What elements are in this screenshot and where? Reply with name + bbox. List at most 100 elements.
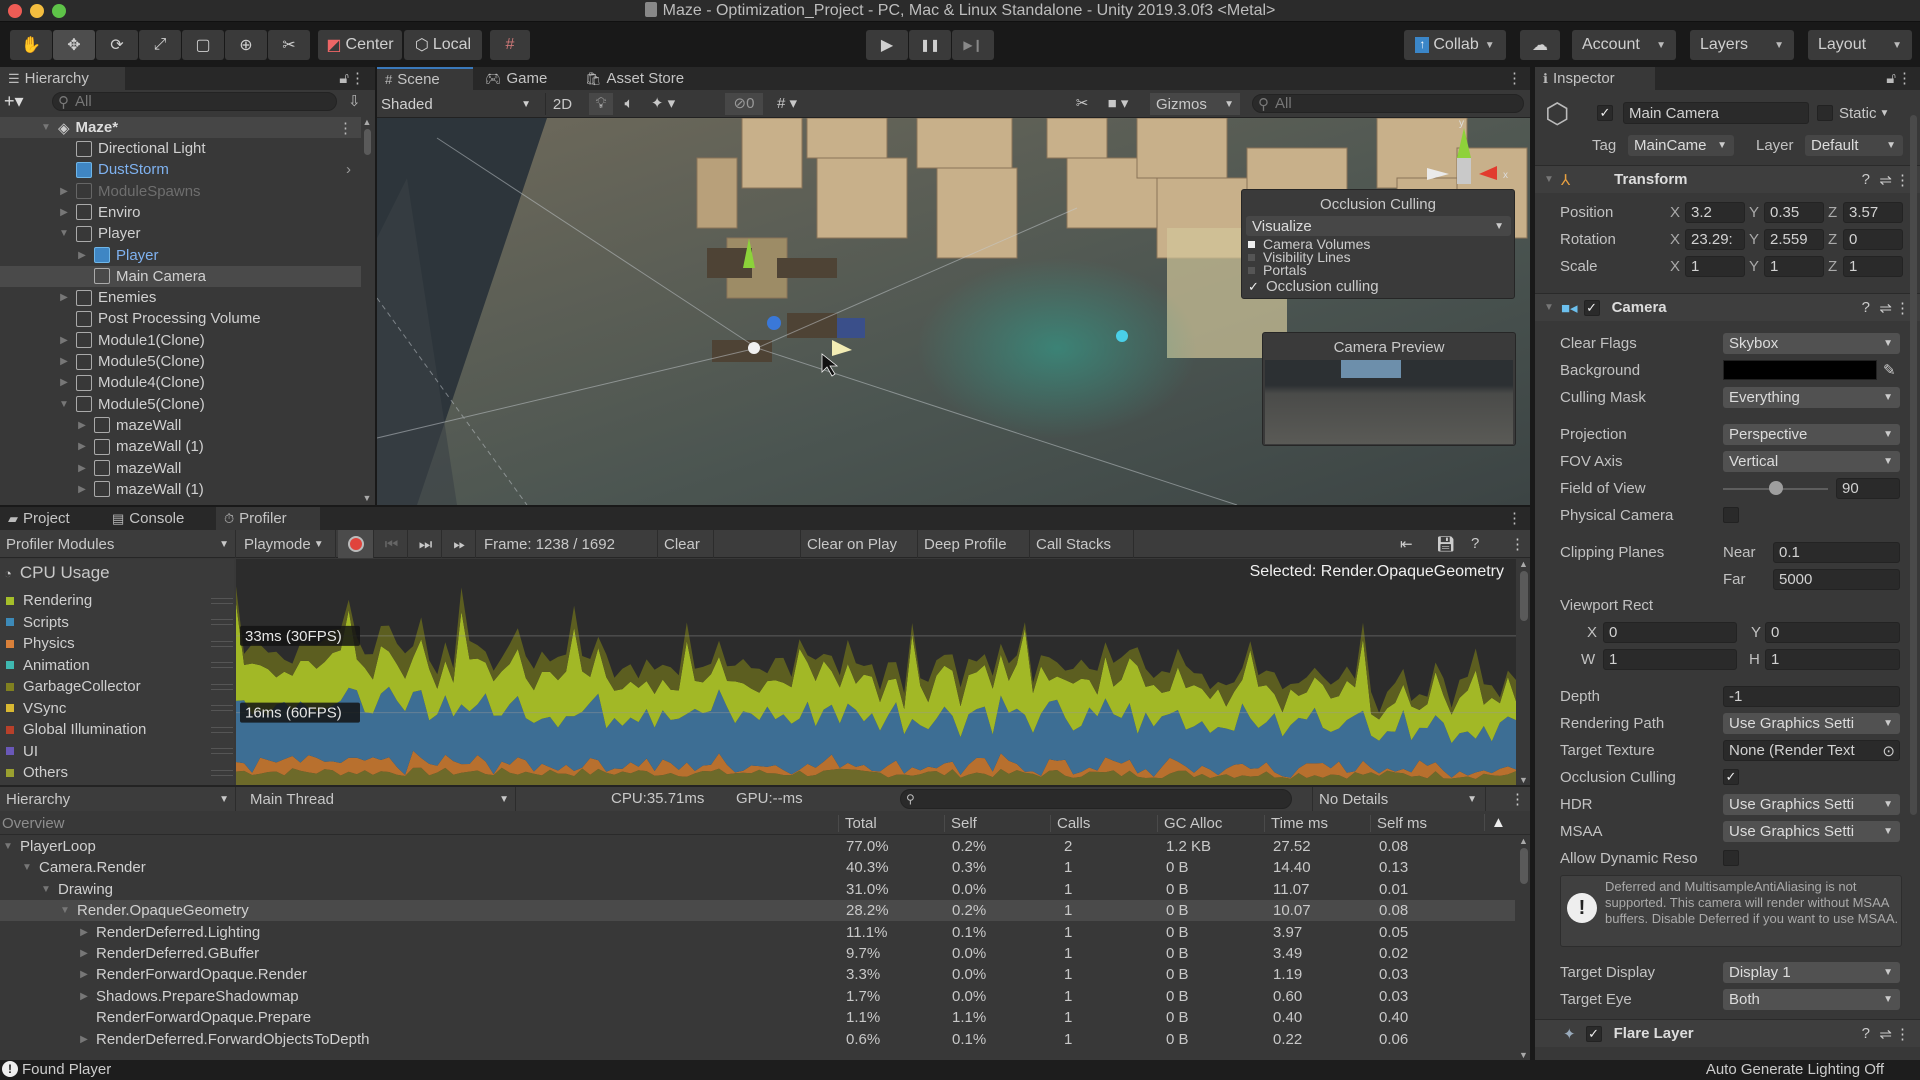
layers-dropdown[interactable]: Layers ▼	[1690, 30, 1794, 60]
scale-z-label[interactable]: Z	[1828, 258, 1837, 275]
scene-search-input[interactable]: ⚲ All	[1252, 94, 1524, 113]
legend-item[interactable]: Rendering	[6, 590, 233, 611]
hdr-dropdown[interactable]: Use Graphics Setti ▼	[1723, 794, 1900, 815]
hierarchy-item[interactable]: ▶ mazeWall (1)	[0, 479, 361, 500]
lock-icon[interactable]: 🔓︎	[1886, 70, 1896, 87]
flare-layer-checkbox[interactable]: ✓	[1585, 1025, 1602, 1042]
viewport-w-field[interactable]: 1	[1603, 649, 1737, 670]
component-menu-icon[interactable]: ⋮	[1895, 1025, 1910, 1043]
scroll-down-icon[interactable]: ▼	[1517, 775, 1530, 785]
static-checkbox[interactable]	[1817, 105, 1833, 121]
create-plus-icon[interactable]: +▾	[4, 91, 24, 112]
profiler-modules-dropdown[interactable]: Profiler Modules ▼	[0, 530, 236, 558]
far-field[interactable]: 5000	[1773, 569, 1900, 590]
rect-tool-button[interactable]: ▢	[182, 30, 224, 60]
layer-dropdown[interactable]: Default ▼	[1805, 135, 1903, 156]
rendering-path-dropdown[interactable]: Use Graphics Setti ▼	[1723, 713, 1900, 734]
hand-tool-button[interactable]: ✋	[10, 30, 52, 60]
warning-column-icon[interactable]: ▲	[1484, 814, 1506, 831]
expand-arrow-icon[interactable]: ▼	[58, 399, 70, 410]
rotation-x-label[interactable]: X	[1670, 231, 1680, 248]
scrollbar-thumb[interactable]	[363, 129, 371, 155]
column-self[interactable]: Self	[944, 815, 977, 832]
expand-arrow-icon[interactable]: ▼	[58, 228, 70, 239]
chart-scrollbar[interactable]: ▲ ▼	[1517, 559, 1530, 785]
near-field[interactable]: 0.1	[1773, 542, 1900, 563]
target-eye-dropdown[interactable]: Both ▼	[1723, 989, 1900, 1010]
legend-item[interactable]: Animation	[6, 655, 233, 676]
hierarchy-item[interactable]: ▶ mazeWall	[0, 415, 361, 436]
profiler-row[interactable]: ▼ Camera.Render 40.3% 0.3% 1 0 B 14.40 0.13	[0, 857, 1515, 878]
collapse-arrow-icon[interactable]: ▶	[78, 1034, 90, 1045]
scroll-up-icon[interactable]: ▲	[361, 117, 373, 127]
hierarchy-item[interactable]: ▶ Module5(Clone)	[0, 351, 361, 372]
scrollbar-thumb[interactable]	[1519, 571, 1528, 621]
help-icon[interactable]: ?	[1862, 1025, 1870, 1042]
scale-tool-button[interactable]: ⤢	[139, 30, 181, 60]
hidden-objects-toggle[interactable]: ⊘0	[725, 93, 763, 115]
scale-y-label[interactable]: Y	[1749, 258, 1759, 275]
profiler-row[interactable]: ▼ Drawing 31.0% 0.0% 1 0 B 11.07 0.01	[0, 879, 1515, 900]
allow-dynamic-resolution-checkbox[interactable]	[1723, 850, 1739, 866]
collapse-arrow-icon[interactable]: ▶	[58, 356, 70, 367]
hierarchy-item[interactable]: ▶ Enemies	[0, 287, 361, 308]
grid-snap-button[interactable]: #	[490, 30, 530, 60]
step-button[interactable]: ▶❙	[952, 30, 994, 60]
call-stacks-button[interactable]: Call Stacks	[1030, 530, 1134, 558]
record-button[interactable]	[338, 530, 374, 558]
tag-dropdown[interactable]: MainCame ▼	[1628, 135, 1734, 156]
flare-layer-header[interactable]: ✦ ✓ Flare Layer ? ⇌ ⋮	[1535, 1019, 1920, 1047]
load-icon[interactable]: ⇤	[1400, 535, 1413, 553]
layout-dropdown[interactable]: Layout ▼	[1808, 30, 1912, 60]
drag-handle-icon[interactable]	[211, 726, 233, 733]
drag-handle-icon[interactable]	[211, 748, 233, 754]
hierarchy-item[interactable]: ▶ Enviro	[0, 202, 361, 223]
culling-mask-dropdown[interactable]: Everything ▼	[1723, 387, 1900, 408]
help-icon[interactable]: ?	[1862, 299, 1870, 316]
legend-item[interactable]: Others	[6, 762, 233, 783]
camera-dropdown[interactable]: ■ ▾	[1101, 93, 1135, 115]
background-color-swatch[interactable]	[1723, 360, 1877, 380]
fov-axis-dropdown[interactable]: Vertical ▼	[1723, 451, 1900, 472]
previous-frame-button[interactable]: ⏮︎	[376, 530, 408, 558]
scroll-up-icon[interactable]: ▲	[1517, 836, 1530, 846]
msaa-dropdown[interactable]: Use Graphics Setti ▼	[1723, 821, 1900, 842]
collapse-arrow-icon[interactable]: ▼	[1543, 302, 1555, 313]
object-picker-icon[interactable]: ⊙	[1882, 742, 1895, 760]
collapse-arrow-icon[interactable]: ▶	[76, 441, 88, 452]
collapse-arrow-icon[interactable]: ▶	[78, 991, 90, 1002]
clear-button[interactable]: Clear	[658, 530, 714, 558]
next-frame-button[interactable]: ⏭︎	[410, 530, 442, 558]
position-x-field[interactable]: 3.2	[1685, 202, 1745, 223]
collapse-arrow-icon[interactable]: ▶	[58, 186, 70, 197]
hierarchy-item[interactable]: ▼ Module5(Clone)	[0, 394, 361, 415]
rotation-y-field[interactable]: 2.559	[1764, 229, 1824, 250]
playmode-dropdown[interactable]: Playmode ▼	[238, 530, 336, 558]
collapse-arrow-icon[interactable]: ▶	[58, 207, 70, 218]
column-self-ms[interactable]: Self ms	[1370, 815, 1427, 832]
column-time-ms[interactable]: Time ms	[1264, 815, 1328, 832]
help-icon[interactable]: ?	[1471, 535, 1479, 552]
legend-item[interactable]: VSync	[6, 698, 233, 719]
camera-enabled-checkbox[interactable]: ✓	[1583, 299, 1600, 316]
rotation-y-label[interactable]: Y	[1749, 231, 1759, 248]
scale-z-field[interactable]: 1	[1843, 256, 1903, 277]
legend-item[interactable]: GarbageCollector	[6, 676, 233, 697]
fov-slider-thumb[interactable]	[1768, 481, 1783, 495]
pivot-local-button[interactable]: ⬡ Local	[404, 30, 482, 60]
collapse-arrow-icon[interactable]: ▶	[76, 420, 88, 431]
tab-project[interactable]: ▰ Project	[0, 507, 100, 530]
rotation-z-field[interactable]: 0	[1843, 229, 1903, 250]
draw-mode-dropdown[interactable]: Shaded ▼	[381, 93, 537, 115]
pause-button[interactable]: ❚❚	[909, 30, 951, 60]
profiler-row[interactable]: ▶ RenderForwardOpaque.Render 3.3% 0.0% 1 0 B 1…	[0, 964, 1515, 985]
tab-game[interactable]: 🎮︎ Game	[477, 67, 573, 90]
expand-arrow-icon[interactable]: ▼	[59, 905, 71, 916]
legend-item[interactable]: Physics	[6, 633, 233, 654]
presets-icon[interactable]: ⇌	[1879, 1025, 1892, 1043]
more-menu-icon[interactable]: ⋮	[1897, 69, 1912, 87]
tab-console[interactable]: ▤ Console	[104, 507, 214, 530]
tab-hierarchy[interactable]: ☰ Hierarchy	[0, 67, 125, 90]
lighting-toggle[interactable]: 💡︎	[589, 93, 613, 115]
clear-flags-dropdown[interactable]: Skybox ▼	[1723, 333, 1900, 354]
